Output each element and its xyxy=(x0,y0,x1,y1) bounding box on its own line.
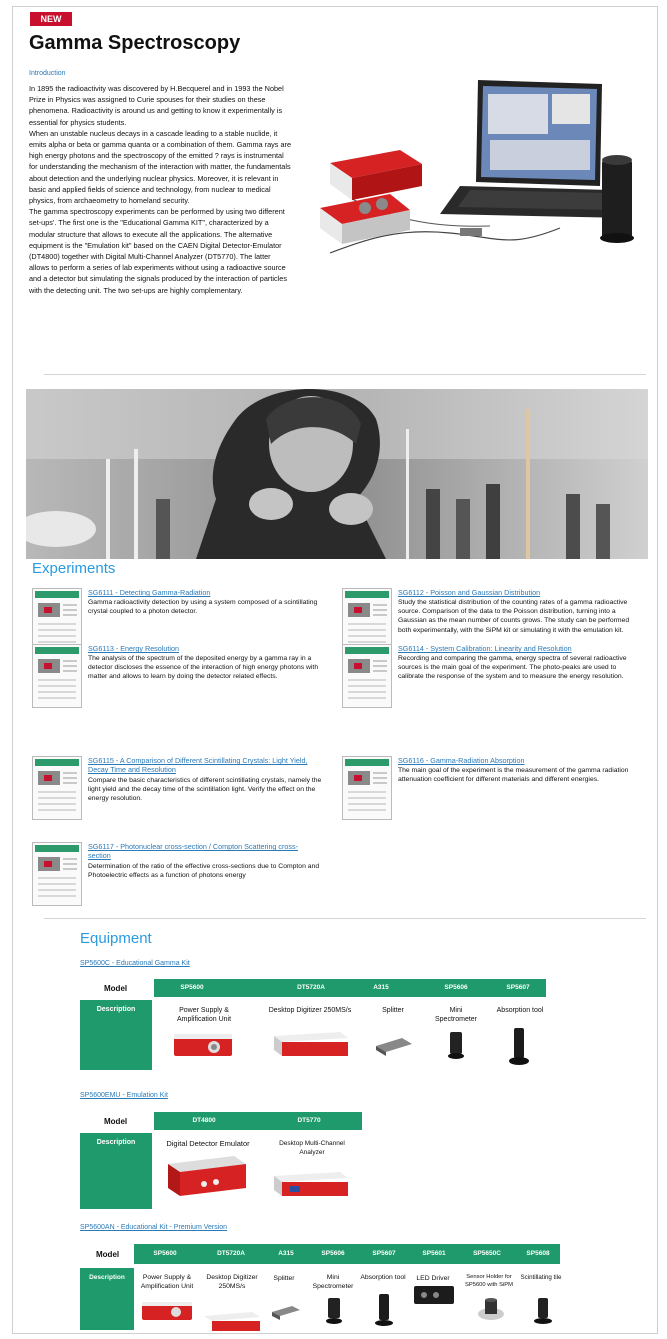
kit-link-sp5600emu[interactable]: SP5600EMU - Emulation Kit xyxy=(80,1092,168,1099)
model-cell: SP5606 xyxy=(321,1250,345,1257)
experiment-thumbnail[interactable] xyxy=(342,588,392,652)
experiment-thumbnail[interactable] xyxy=(32,588,82,652)
description-cell: Power Supply & Amplification Unit xyxy=(140,1274,194,1290)
model-header-row: SP5600 DT5720A A315 SP5606 SP5607 SP5601… xyxy=(134,1244,560,1264)
absorption-tool-image xyxy=(509,1028,529,1065)
description-header: Description xyxy=(80,1268,134,1330)
equipment-title: Equipment xyxy=(80,930,152,947)
scintillating-tile-image xyxy=(534,1298,552,1324)
model-cell: A315 xyxy=(278,1250,294,1257)
kit-link-sp5600an[interactable]: SP5600AN - Educational Kit - Premium Ver… xyxy=(80,1224,227,1231)
model-cell: SP5650C xyxy=(473,1250,501,1257)
page-title: Gamma Spectroscopy xyxy=(29,32,241,54)
experiment-thumbnail[interactable] xyxy=(342,644,392,708)
experiments-title: Experiments xyxy=(32,560,116,577)
description-cell: Absorption tool xyxy=(496,1007,544,1014)
experiment-description: The analysis of the spectrum of the depo… xyxy=(88,655,319,681)
experiment-thumbnail[interactable] xyxy=(32,756,82,820)
model-cell: A315 xyxy=(373,984,389,991)
new-badge: NEW xyxy=(30,12,72,26)
divider-2 xyxy=(44,918,646,919)
experiment-description: The main goal of the experiment is the m… xyxy=(398,767,629,784)
experiment-link[interactable]: SG6112 - Poisson and Gaussian Distributi… xyxy=(398,588,633,597)
description-cell: Desktop Digitizer 250MS/s xyxy=(206,1274,258,1290)
experiment-item: SG6116 - Gamma-Radiation Absorption The … xyxy=(342,756,632,822)
model-header-row: SP5600 DT5720A A315 SP5606 SP5607 xyxy=(154,979,546,997)
description-cell: LED Driver xyxy=(416,1275,450,1282)
intro-product-image xyxy=(320,80,634,254)
model-header-label: Model xyxy=(104,984,128,993)
description-header: Description xyxy=(80,1000,152,1070)
intro-paragraph-2: When an unstable nucleus decays in a cas… xyxy=(29,128,292,206)
model-header-label: Model xyxy=(104,1117,128,1126)
model-cell: SP5607 xyxy=(506,984,530,991)
experiment-link[interactable]: SG6111 - Detecting Gamma-Radiation xyxy=(88,588,323,597)
model-header-row: DT4800 DT5770 xyxy=(154,1112,362,1130)
intro-label: Introduction xyxy=(29,70,66,77)
experiment-link[interactable]: SG6115 - A Comparison of Different Scint… xyxy=(88,756,308,774)
experiment-thumbnail[interactable] xyxy=(32,842,82,906)
description-cell: Desktop Digitizer 250MS/s xyxy=(268,1007,352,1014)
description-cell: Power Supply & Amplification Unit xyxy=(176,1007,232,1023)
model-cell: SP5601 xyxy=(422,1250,446,1257)
description-cell: Digital Detector Emulator xyxy=(166,1139,250,1148)
experiment-description: Determination of the ratio of the effect… xyxy=(88,863,320,880)
sensor-holder-image xyxy=(478,1298,504,1320)
experiment-description: Study the statistical distribution of th… xyxy=(398,599,630,634)
description-cell: Splitter xyxy=(273,1275,295,1282)
description-cell: Absorption tool xyxy=(360,1274,406,1281)
model-cell: SP5608 xyxy=(526,1250,550,1257)
experiment-link[interactable]: SG6113 - Energy Resolution xyxy=(88,644,323,653)
model-cell: SP5600 xyxy=(180,984,204,991)
model-cell: DT5770 xyxy=(297,1117,321,1124)
model-cell: DT5720A xyxy=(217,1250,245,1257)
description-cell: Splitter xyxy=(382,1007,404,1014)
splitter-image xyxy=(376,1038,412,1056)
description-cell: Scintillating tile xyxy=(520,1274,562,1281)
mini-spectrometer-image xyxy=(448,1032,464,1059)
led-driver-image xyxy=(414,1286,454,1304)
digitizer-image xyxy=(204,1312,260,1331)
description-cell: Desktop Multi-Channel Analyzer xyxy=(279,1140,345,1156)
model-cell: SP5600 xyxy=(153,1250,177,1257)
experiment-link[interactable]: SG6116 - Gamma-Radiation Absorption xyxy=(398,756,633,765)
model-cell: DT5720A xyxy=(297,984,325,991)
divider-1 xyxy=(44,374,646,375)
intro-paragraph-3: The gamma spectroscopy experiments can b… xyxy=(29,207,287,295)
model-cell: SP5606 xyxy=(444,984,468,991)
experiment-thumbnail[interactable] xyxy=(32,644,82,708)
model-cell: SP5607 xyxy=(372,1250,396,1257)
experiment-item: SG6115 - A Comparison of Different Scint… xyxy=(32,756,322,822)
experiment-link[interactable]: SG6117 - Photonuclear cross-section / Co… xyxy=(88,842,308,860)
experiment-description: Gamma radioactivity detection by using a… xyxy=(88,599,318,616)
model-cell: DT4800 xyxy=(192,1117,216,1124)
experiment-item: SG6114 - System Calibration: Linearity a… xyxy=(342,644,632,710)
experiment-item: SG6117 - Photonuclear cross-section / Co… xyxy=(32,842,322,908)
intro-paragraph-1: In 1895 the radioactivity was discovered… xyxy=(29,84,284,127)
kit-link-sp5600c[interactable]: SP5600C - Educational Gamma Kit xyxy=(80,960,190,967)
experiment-description: Compare the basic characteristics of dif… xyxy=(88,777,322,803)
experiment-item: SG6113 - Energy Resolution The analysis … xyxy=(32,644,322,710)
splitter-image xyxy=(272,1306,300,1320)
digitizer-image xyxy=(274,1032,348,1056)
experiment-link[interactable]: SG6114 - System Calibration: Linearity a… xyxy=(398,644,633,653)
multichannel-analyzer-image xyxy=(274,1172,348,1196)
model-header-label: Model xyxy=(96,1250,120,1259)
description-cell: Sensor Holder for SP5600 with SiPM xyxy=(464,1274,513,1288)
power-supply-image xyxy=(142,1302,192,1320)
description-header: Description xyxy=(80,1133,152,1209)
description-cell: Mini Spectrometer xyxy=(434,1007,478,1023)
experiment-description: Recording and comparing the gamma, energ… xyxy=(398,655,627,681)
experiments-banner-image xyxy=(26,389,648,559)
power-supply-image xyxy=(174,1034,232,1056)
experiment-thumbnail[interactable] xyxy=(342,756,392,820)
mini-spectrometer-image xyxy=(326,1298,342,1324)
detector-emulator-image xyxy=(168,1156,246,1196)
intro-text: In 1895 the radioactivity was discovered… xyxy=(29,83,291,296)
absorption-tool-image xyxy=(375,1294,393,1326)
description-cell: Mini Spectrometer xyxy=(312,1274,354,1290)
